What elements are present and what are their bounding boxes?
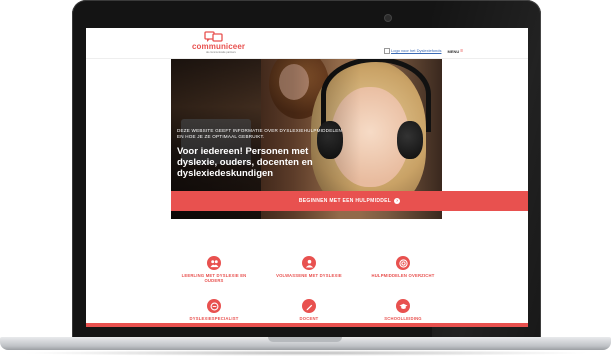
header-right: Logo voor het Dyslexiefonds MENU ≡ bbox=[384, 48, 463, 54]
menu-label: MENU bbox=[447, 48, 460, 54]
arrow-right-circle-icon: › bbox=[394, 198, 401, 204]
menu-button[interactable]: MENU ≡ bbox=[447, 48, 463, 54]
person-icon bbox=[302, 256, 316, 270]
logo-subtext: de communicatie partners bbox=[206, 51, 236, 54]
hamburger-icon: ≡ bbox=[460, 48, 464, 54]
chat-icon bbox=[207, 299, 221, 313]
camera-icon bbox=[385, 15, 391, 21]
tile-label: HULPMIDDELEN OVERZICHT bbox=[371, 273, 435, 278]
tile-hulpmiddelen[interactable]: HULPMIDDELEN OVERZICHT bbox=[363, 256, 443, 278]
tile-label: SCHOOLLEIDING bbox=[384, 316, 422, 321]
site-logo[interactable]: communiceer de communicatie partners bbox=[192, 31, 272, 55]
tile-docent[interactable]: DOCENT bbox=[269, 299, 349, 321]
start-cta-button[interactable]: BEGINNEN MET EEN HULPMIDDEL › bbox=[171, 191, 528, 211]
tile-label: DOCENT bbox=[299, 316, 319, 321]
footer-bar bbox=[86, 323, 528, 327]
hero-title: Voor iedereen! Personen met dyslexie, ou… bbox=[177, 146, 313, 179]
lifebuoy-icon bbox=[396, 256, 410, 270]
cta-label: BEGINNEN MET EEN HULPMIDDEL bbox=[298, 198, 392, 204]
pen-icon bbox=[302, 299, 316, 313]
logo-text: communiceer bbox=[192, 42, 246, 51]
broken-image-link[interactable]: Logo voor het Dyslexiefonds bbox=[384, 48, 441, 54]
tile-label: LEERLING MET DYSLEXIE EN OUDERS bbox=[181, 273, 247, 283]
students-icon bbox=[207, 256, 221, 270]
site-header: communiceer de communicatie partners Log… bbox=[86, 28, 528, 59]
tile-label: VOLWASSENE MET DYSLEXIE bbox=[276, 273, 342, 278]
broken-image-alt: Logo voor het Dyslexiefonds bbox=[391, 48, 442, 54]
audience-tiles: LEERLING MET DYSLEXIE EN OUDERS VOLWASSE… bbox=[171, 220, 528, 327]
tile-specialist[interactable]: DYSLEXIESPECIALIST bbox=[174, 299, 254, 321]
tile-volwassene[interactable]: VOLWASSENE MET DYSLEXIE bbox=[269, 256, 349, 278]
hero-intro: DEZE WEBSITE GEEFT INFORMATIE OVER DYSLE… bbox=[177, 128, 343, 139]
tile-leerling[interactable]: LEERLING MET DYSLEXIE EN OUDERS bbox=[174, 256, 254, 283]
broken-image-icon bbox=[384, 48, 390, 54]
tile-label: DYSLEXIESPECIALIST bbox=[189, 316, 239, 321]
tile-schoolleiding[interactable]: SCHOOLLEIDING bbox=[363, 299, 443, 321]
laptop-screen: communiceer de communicatie partners Log… bbox=[86, 28, 528, 327]
graduation-cap-icon bbox=[396, 299, 410, 313]
laptop-notch bbox=[268, 337, 342, 342]
laptop-shadow bbox=[20, 350, 591, 356]
